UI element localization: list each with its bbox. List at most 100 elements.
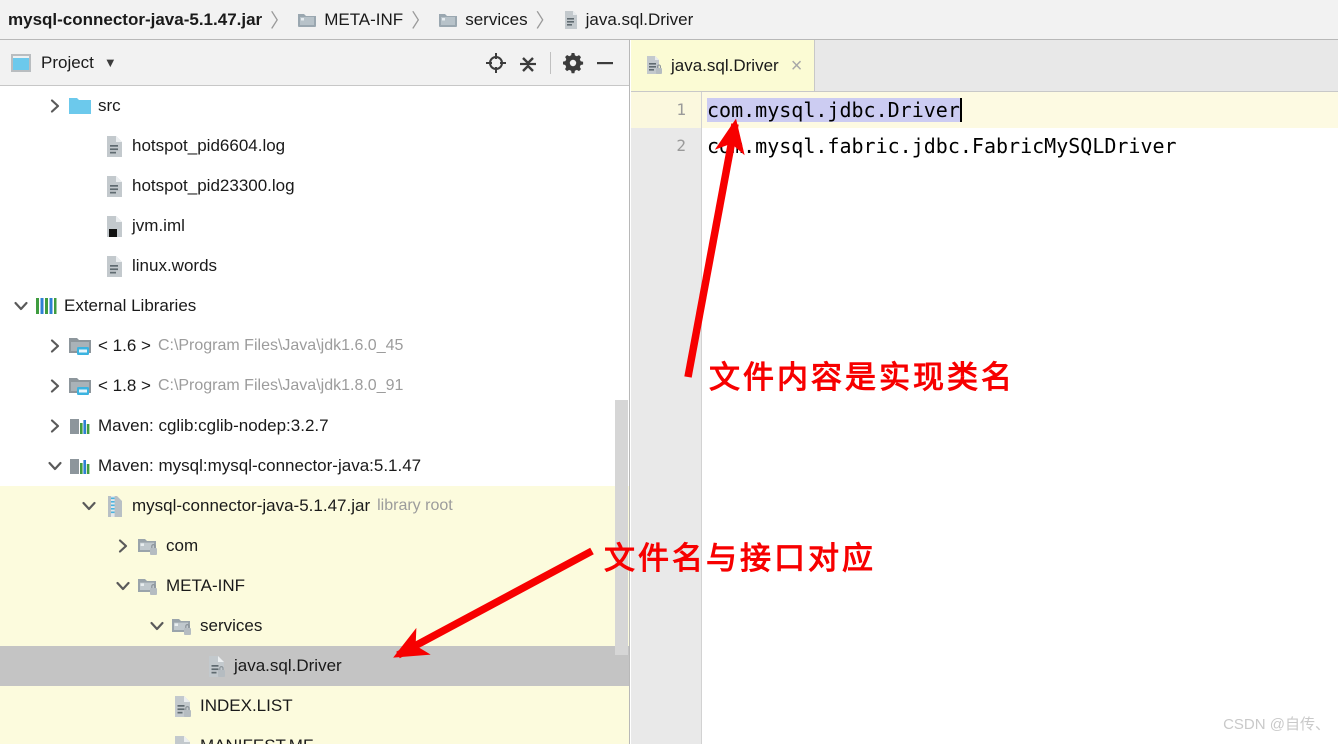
line-number: 1: [631, 92, 701, 128]
file-iml-icon: [102, 214, 126, 238]
tree-row-sublabel: C:\Program Files\Java\jdk1.6.0_45: [157, 337, 404, 354]
tree-row-label: mysql-connector-java-5.1.47.jar: [132, 496, 371, 515]
tree-row[interactable]: services: [0, 606, 629, 646]
line-number: 2: [676, 136, 686, 155]
tree-row[interactable]: Maven: mysql:mysql-connector-java:5.1.47: [0, 446, 629, 486]
maven-lib-icon: [68, 454, 92, 478]
tree-row[interactable]: META-INF: [0, 566, 629, 606]
breadcrumb-label: java.sql.Driver: [585, 9, 694, 29]
tree-row[interactable]: jvm.iml: [0, 206, 629, 246]
breadcrumb-separator: 〉: [411, 11, 431, 32]
code-line[interactable]: com.mysql.jdbc.Driver: [702, 92, 1338, 128]
tree-row-label: services: [200, 616, 263, 635]
file-mf-icon: MF: [170, 734, 194, 744]
tree-row[interactable]: < 1.6 > C:\Program Files\Java\jdk1.6.0_45: [0, 326, 629, 366]
tree-row-label: MANIFEST.MF: [200, 736, 313, 744]
breadcrumb: mysql-connector-java-5.1.47.jar 〉 META-I…: [0, 0, 1338, 40]
package-locked-icon: [136, 574, 160, 598]
folder-icon: [438, 11, 458, 29]
tree-row[interactable]: java.sql.Driver: [0, 646, 629, 686]
chevron-down-icon[interactable]: [144, 613, 170, 639]
chevron-down-icon[interactable]: [8, 293, 34, 319]
folder-blue-icon: [68, 94, 92, 118]
breadcrumb-item-jar[interactable]: mysql-connector-java-5.1.47.jar: [8, 10, 262, 30]
tree-row-label: linux.words: [132, 256, 218, 275]
code-line[interactable]: com.mysql.fabric.jdbc.FabricMySQLDriver: [702, 128, 1338, 164]
tree-row-label: Maven: mysql:mysql-connector-java:5.1.47: [98, 456, 422, 475]
file-locked-icon: [204, 654, 228, 678]
chevron-down-icon[interactable]: [76, 493, 102, 519]
breadcrumb-item-services[interactable]: services: [438, 9, 528, 30]
line-number-gutter: 12: [631, 92, 702, 744]
gear-icon[interactable]: [557, 47, 589, 79]
tree-row-label: META-INF: [166, 576, 246, 595]
tab-java-sql-driver[interactable]: java.sql.Driver ×: [631, 40, 816, 91]
annotation-file-content: 文件内容是实现类名: [709, 360, 1015, 396]
collapse-all-icon[interactable]: [512, 47, 544, 79]
breadcrumb-label: mysql-connector-java-5.1.47.jar: [8, 9, 263, 29]
toolbar-divider: [550, 51, 551, 74]
code-text: com.mysql.jdbc.Driver: [707, 98, 960, 122]
watermark: CSDN @自传、: [1223, 716, 1330, 733]
breadcrumb-separator: 〉: [535, 11, 555, 32]
tree-row[interactable]: MF MANIFEST.MF: [0, 726, 629, 744]
breadcrumb-item-meta-inf[interactable]: META-INF: [297, 10, 403, 30]
tree-row[interactable]: com: [0, 526, 629, 566]
file-icon: [563, 10, 579, 30]
tab-label: java.sql.Driver: [671, 55, 779, 75]
tree-row-label: com: [166, 536, 199, 555]
file-text-icon: [102, 254, 126, 278]
breadcrumb-label: services: [465, 9, 528, 29]
chevron-down-icon[interactable]: [110, 573, 136, 599]
minimize-icon[interactable]: [589, 47, 621, 79]
tree-row-sublabel: library root: [377, 497, 453, 514]
chevron-right-icon[interactable]: [42, 333, 68, 359]
breadcrumb-item-file[interactable]: java.sql.Driver: [563, 9, 694, 30]
project-panel-header: Project ▼: [0, 40, 629, 86]
tree-row[interactable]: mysql-connector-java-5.1.47.jar library r…: [0, 486, 629, 526]
tree-row[interactable]: src: [0, 86, 629, 126]
file-text-icon: [102, 134, 126, 158]
project-tool-window: Project ▼ src hotspot_pid6604.log hotspot_…: [0, 40, 630, 744]
tree-row[interactable]: INDEX.LIST: [0, 686, 629, 726]
project-tree[interactable]: src hotspot_pid6604.log hotspot_pid23300.l…: [0, 86, 629, 744]
locate-icon[interactable]: [480, 47, 512, 79]
jdk-icon: [68, 374, 92, 398]
tree-row-label: < 1.6 >: [98, 336, 151, 355]
annotation-file-name: 文件名与接口对应: [604, 541, 876, 577]
package-locked-icon: [170, 614, 194, 638]
chevron-right-icon[interactable]: [42, 413, 68, 439]
tree-row[interactable]: Maven: cglib:cglib-nodep:3.2.7: [0, 406, 629, 446]
tree-row[interactable]: < 1.8 > C:\Program Files\Java\jdk1.8.0_91: [0, 366, 629, 406]
breadcrumb-label: META-INF: [324, 9, 404, 29]
editor-tab-strip: java.sql.Driver ×: [631, 40, 1338, 92]
chevron-right-icon[interactable]: [110, 533, 136, 559]
tree-row-label: src: [98, 96, 121, 115]
tree-row[interactable]: hotspot_pid23300.log: [0, 166, 629, 206]
tree-row-label: hotspot_pid6604.log: [132, 136, 286, 155]
tree-row[interactable]: linux.words: [0, 246, 629, 286]
project-view-icon[interactable]: [10, 52, 32, 74]
chevron-down-icon[interactable]: [42, 453, 68, 479]
tree-row[interactable]: hotspot_pid6604.log: [0, 126, 629, 166]
file-text-icon: [102, 174, 126, 198]
maven-lib-icon: [68, 414, 92, 438]
libraries-icon: [34, 294, 58, 318]
code-lines[interactable]: com.mysql.jdbc.Driver com.mysql.fabric.jd…: [702, 92, 1338, 164]
tree-row[interactable]: External Libraries: [0, 286, 629, 326]
chevron-right-icon[interactable]: [42, 373, 68, 399]
close-icon[interactable]: ×: [791, 56, 803, 76]
tree-scrollbar-thumb[interactable]: [615, 400, 628, 655]
chevron-down-icon[interactable]: ▼: [104, 55, 117, 70]
chevron-right-icon[interactable]: [42, 93, 68, 119]
tree-row-label: hotspot_pid23300.log: [132, 176, 295, 195]
tree-row-sublabel: C:\Program Files\Java\jdk1.8.0_91: [157, 377, 404, 394]
code-area[interactable]: 12 com.mysql.jdbc.Driver com.mysql.fabric…: [631, 92, 1338, 744]
file-locked-icon: [170, 694, 194, 718]
